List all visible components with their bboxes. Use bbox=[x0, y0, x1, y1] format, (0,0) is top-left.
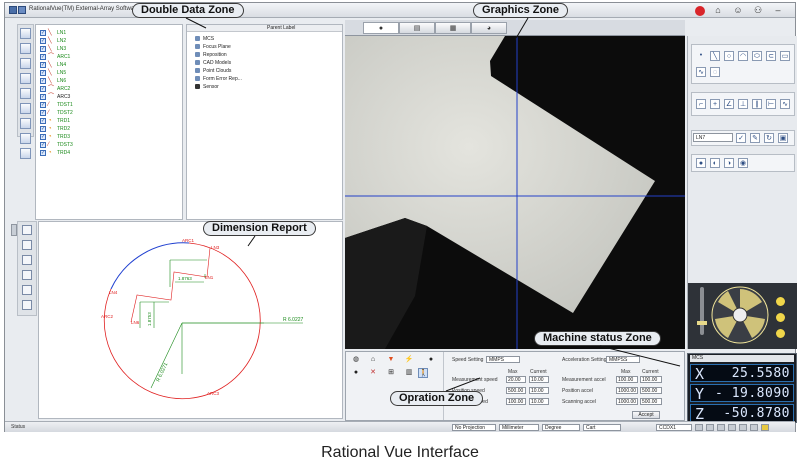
figure-caption: Rational Vue Interface bbox=[321, 444, 479, 461]
callout-arrows bbox=[185, 17, 681, 392]
